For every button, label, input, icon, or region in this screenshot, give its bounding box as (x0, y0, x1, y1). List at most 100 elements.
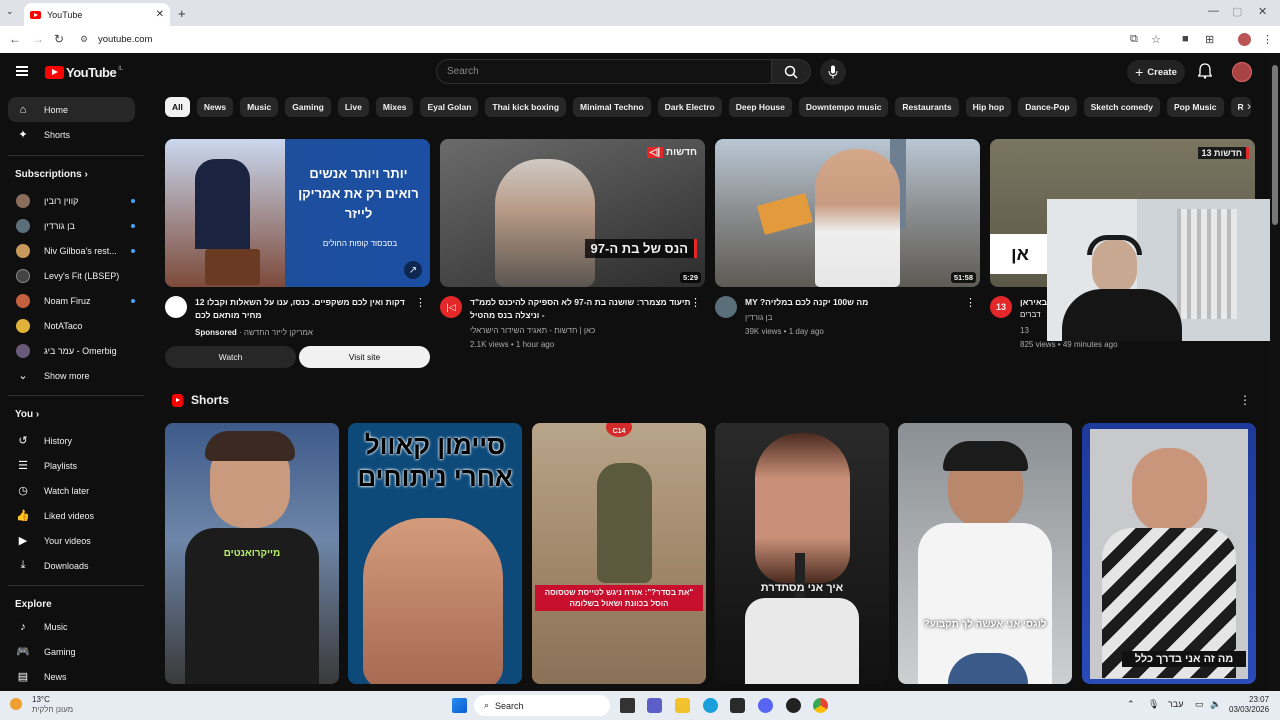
extension-icon[interactable]: ■ (1182, 33, 1189, 45)
chip[interactable]: Music (240, 97, 279, 117)
back-icon[interactable]: ← (9, 32, 21, 46)
menu-icon[interactable] (16, 66, 28, 76)
weather-widget[interactable]: 13°C מעונן חלקית (10, 695, 73, 715)
chip[interactable]: Mixes (375, 97, 414, 117)
cast-icon[interactable]: ⧉ (1130, 33, 1138, 46)
channel-avatar[interactable] (165, 296, 187, 318)
channel-name[interactable]: בן גורדין (745, 313, 772, 322)
forward-icon[interactable]: → (32, 32, 44, 46)
file-explorer-icon[interactable] (675, 698, 690, 713)
chip[interactable]: Thai kick boxing (485, 97, 567, 117)
channel-avatar[interactable]: 13 (990, 296, 1012, 318)
sidebar-item-news[interactable]: ▤ News (8, 664, 135, 689)
site-info-icon[interactable]: ⚙ (80, 34, 88, 45)
short-card[interactable]: C14 "את בסדר?": אזרח ניגש לטייסת שטסוסה … (532, 423, 706, 684)
sidebar-item-your-videos[interactable]: ▶ Your videos (8, 528, 135, 553)
subscriptions-heading[interactable]: Subscriptions › (15, 169, 88, 180)
chip[interactable]: All (165, 97, 190, 117)
chip[interactable]: Live (337, 97, 369, 117)
visit-site-button[interactable]: Visit site (299, 346, 430, 368)
sidebar-item-subscription[interactable]: NotATaco (8, 313, 135, 338)
external-link-icon[interactable]: ↗ (404, 261, 422, 279)
video-title[interactable]: דקות ואין לכם משקפיים. כנסו, ענו על השאל… (195, 296, 420, 322)
channel-name[interactable]: 13 (1020, 326, 1029, 335)
chip[interactable]: Deep House (728, 97, 792, 117)
sidebar-item-home[interactable]: ⌂ Home (8, 97, 135, 122)
account-avatar[interactable] (1232, 62, 1252, 82)
taskbar-search[interactable]: ⌕ Search (474, 695, 610, 716)
more-options-icon[interactable]: ⋮ (415, 296, 426, 309)
video-thumbnail[interactable]: חדשות |◁ הנס של בת ה-97 5:29 (440, 139, 705, 287)
sidebar-item-shorts[interactable]: ✦ Shorts (8, 122, 135, 147)
volume-icon[interactable]: 🔈 (1210, 699, 1221, 710)
short-card[interactable]: סיימון קאוול אחרי ניתוחים (348, 423, 522, 684)
minimize-icon[interactable]: — (1208, 5, 1219, 17)
close-window-icon[interactable]: ✕ (1258, 5, 1267, 18)
more-options-icon[interactable]: ⋮ (690, 296, 701, 309)
sidebar-item-gaming[interactable]: 🎮 Gaming (8, 639, 135, 664)
chip[interactable]: Restaurants (895, 97, 959, 117)
microphone-tray-icon[interactable]: 🎙 (1148, 699, 1159, 710)
task-view-icon[interactable] (620, 698, 635, 713)
windows-start-icon[interactable] (452, 698, 467, 713)
sidebar-item-playlists[interactable]: ☰ Playlists (8, 453, 135, 478)
video-thumbnail[interactable]: 51:58 (715, 139, 980, 287)
create-button[interactable]: + Create (1127, 60, 1185, 84)
chip[interactable]: Eyal Golan (420, 97, 479, 117)
sidebar-item-downloads[interactable]: ⤓ Downloads (8, 553, 135, 578)
search-button[interactable] (771, 59, 811, 84)
sidebar-item-subscription[interactable]: בן גורדין (8, 213, 135, 238)
taskbar-clock[interactable]: 23:07 03/03/2026 (1229, 695, 1269, 715)
channel-avatar[interactable]: |◁ (440, 296, 462, 318)
short-card[interactable]: מה זה אני בדרך כלל (1082, 423, 1256, 684)
search-input[interactable]: Search (436, 59, 772, 84)
sidebar-item-music[interactable]: ♪ Music (8, 614, 135, 639)
edge-icon[interactable] (703, 698, 718, 713)
sidebar-item-subscription[interactable]: קווין רובין (8, 188, 135, 213)
more-options-icon[interactable]: ⋮ (965, 296, 976, 309)
sidebar-item-subscription[interactable]: Noam Firuz (8, 288, 135, 313)
app-icon[interactable] (786, 698, 801, 713)
chip[interactable]: Hip hop (965, 97, 1012, 117)
channel-name[interactable]: כאן | חדשות - תאגיד השידור הישראלי (470, 326, 610, 335)
chrome-menu-icon[interactable]: ⋮ (1262, 33, 1273, 46)
close-tab-icon[interactable]: ✕ (156, 9, 164, 20)
chevron-right-icon[interactable]: › (1247, 99, 1251, 113)
channel-name[interactable]: אמריקן לייזר החדשה (244, 328, 313, 337)
sidebar-item-subscription[interactable]: Levy's Fit (LBSEP) (8, 263, 135, 288)
chip[interactable]: News (196, 97, 234, 117)
sidebar-item-watch-later[interactable]: ◷ Watch later (8, 478, 135, 503)
sidebar-item-subscription[interactable]: עמר ביג - Omerbig (8, 338, 135, 363)
bookmark-star-icon[interactable]: ☆ (1151, 33, 1161, 46)
sidebar-item-subscription[interactable]: Niv Gilboa's rest... (8, 238, 135, 263)
extensions-puzzle-icon[interactable]: ⊞ (1205, 33, 1214, 46)
language-indicator[interactable]: עבר (1168, 699, 1183, 709)
short-card[interactable]: איך אני מסתדרת (715, 423, 889, 684)
you-heading[interactable]: You › (15, 409, 39, 420)
video-title[interactable]: MY מה ש100 יקנה לכם במלזיה? (745, 296, 970, 309)
sidebar-item-liked-videos[interactable]: 👍 Liked videos (8, 503, 135, 528)
network-icon[interactable]: ▭ (1195, 699, 1204, 710)
scrollbar-thumb[interactable] (1272, 65, 1278, 225)
store-icon[interactable] (730, 698, 745, 713)
video-title[interactable]: תיעוד מצמרר: שושנה בת ה-97 לא הספיקה להי… (470, 296, 695, 322)
sidebar-item-history[interactable]: ↺ History (8, 428, 135, 453)
voice-search-button[interactable] (820, 59, 846, 85)
chrome-icon[interactable] (813, 698, 828, 713)
show-more-button[interactable]: ⌄ Show more (8, 363, 135, 388)
new-tab-icon[interactable]: + (178, 6, 186, 21)
browser-tab[interactable]: YouTube ✕ (24, 3, 170, 26)
tab-search-icon[interactable]: ⌄ (6, 6, 14, 17)
chip[interactable]: Sketch comedy (1083, 97, 1160, 117)
chip[interactable]: Dark Electro (657, 97, 722, 117)
discord-icon[interactable] (758, 698, 773, 713)
page-scrollbar[interactable] (1270, 53, 1280, 691)
chip[interactable]: Downtempo music (798, 97, 889, 117)
browser-profile-avatar[interactable] (1238, 33, 1251, 46)
watch-button[interactable]: Watch (165, 346, 296, 368)
reload-icon[interactable]: ↻ (54, 32, 64, 46)
more-options-icon[interactable]: ⋮ (1239, 393, 1251, 407)
chip[interactable]: Dance-Pop (1018, 97, 1077, 117)
address-bar[interactable]: youtube.com (98, 34, 152, 45)
channel-avatar[interactable] (715, 296, 737, 318)
